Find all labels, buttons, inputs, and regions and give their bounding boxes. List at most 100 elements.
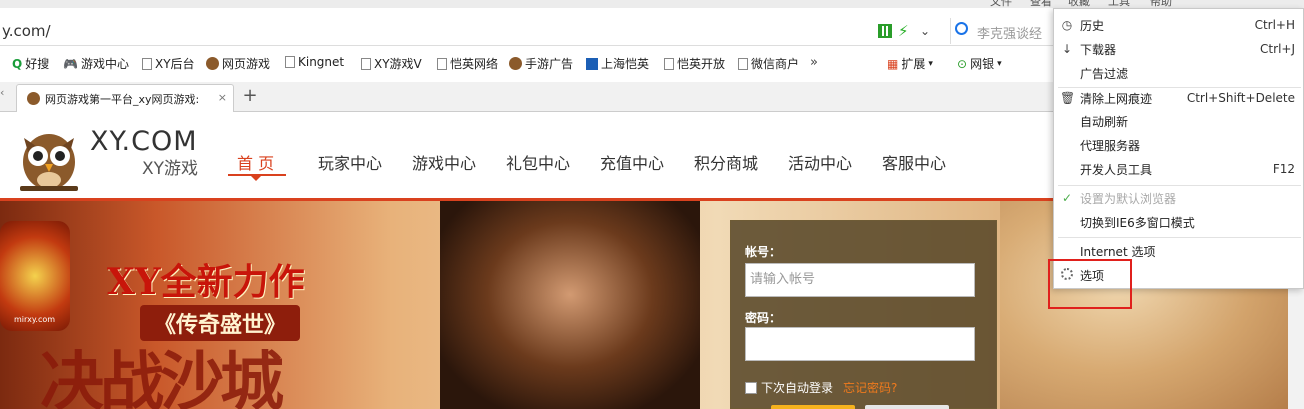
- grid-icon: ▦: [887, 56, 899, 71]
- search-input[interactable]: 李克强谈经: [977, 23, 1042, 42]
- nav-points-mall[interactable]: 积分商城: [694, 150, 758, 174]
- remember-checkbox[interactable]: [745, 381, 757, 394]
- qr-code-icon[interactable]: [878, 24, 892, 38]
- new-tab-button[interactable]: +: [238, 86, 262, 108]
- bookmark-label: Kingnet: [298, 55, 345, 69]
- check-icon: ✓: [1061, 191, 1073, 205]
- menu-item-label: Internet 选项: [1080, 244, 1156, 259]
- bookmark-item[interactable]: 手游广告: [509, 55, 573, 72]
- menu-favorites[interactable]: 收藏: [1068, 0, 1090, 8]
- extensions-label: 扩展: [901, 57, 926, 71]
- menu-item-label: 切换到IE6多窗口模式: [1080, 215, 1195, 230]
- page-icon: [738, 57, 748, 70]
- site-logo-text[interactable]: XY.COM: [90, 126, 198, 157]
- menu-item-set-default: ✓ 设置为默认浏览器: [1054, 186, 1304, 210]
- search-box[interactable]: 李克强谈经: [950, 18, 1060, 44]
- remember-me: 下次自动登录 忘记密码?: [745, 379, 897, 396]
- nav-game-center[interactable]: 游戏中心: [412, 150, 476, 174]
- forgot-password-link[interactable]: 忘记密码?: [843, 379, 897, 396]
- bookmark-item[interactable]: Q 好搜: [12, 55, 49, 72]
- menu-item-history[interactable]: ◷ 历史 Ctrl+H: [1054, 13, 1304, 37]
- login-button[interactable]: [771, 405, 855, 409]
- chevron-down-icon[interactable]: ⌄: [920, 24, 940, 38]
- search-engine-icon: Q: [12, 56, 23, 71]
- clock-icon: ◷: [1061, 18, 1073, 32]
- bookmark-label: 网页游戏: [222, 57, 271, 71]
- menu-view[interactable]: 查看: [1030, 0, 1052, 8]
- menu-item-clear-history[interactable]: 🗑 清除上网痕迹 Ctrl+Shift+Delete: [1054, 86, 1304, 110]
- bookmark-label: 手游广告: [525, 57, 574, 71]
- password-label: 密码：: [745, 311, 782, 325]
- bookmark-item[interactable]: 微信商户: [738, 55, 799, 72]
- online-bank-button[interactable]: ⊙ 网银 ▾: [957, 55, 1002, 72]
- menu-item-shortcut: Ctrl+Shift+Delete: [1186, 91, 1295, 105]
- bookmark-item[interactable]: 恺英开放: [664, 55, 725, 72]
- owl-logo-icon[interactable]: [14, 124, 84, 194]
- menu-item-label: 清除上网痕迹: [1080, 91, 1153, 106]
- bookmark-item[interactable]: 上海恺英: [586, 55, 649, 72]
- hero-character-image: [440, 201, 700, 409]
- menu-item-label: 设置为默认浏览器: [1080, 191, 1177, 206]
- menu-help[interactable]: 帮助: [1150, 0, 1172, 8]
- menu-item-dev-tools[interactable]: 开发人员工具 F12: [1054, 157, 1304, 181]
- trash-icon: 🗑: [1060, 91, 1076, 105]
- bookmark-item[interactable]: XY游戏V: [361, 55, 422, 72]
- bookmark-item[interactable]: 🎮 游戏中心: [63, 55, 129, 72]
- nav-player-center[interactable]: 玩家中心: [318, 150, 382, 174]
- page-icon: [361, 57, 371, 70]
- search-icon: [955, 22, 968, 35]
- nav-home[interactable]: 首 页: [237, 150, 274, 174]
- nav-support-center[interactable]: 客服中心: [882, 150, 946, 174]
- bookmark-item[interactable]: Kingnet: [285, 55, 344, 69]
- menu-item-label: 开发人员工具: [1080, 162, 1153, 177]
- menu-item-proxy[interactable]: 代理服务器 ›: [1054, 133, 1304, 157]
- tab-active[interactable]: 网页游戏第一平台_xy网页游戏: ×: [16, 84, 234, 112]
- banner-slogan: XY全新力作: [107, 261, 305, 303]
- browser-menu-strip: 文件 查看 收藏 工具 帮助: [0, 0, 1304, 8]
- menu-file[interactable]: 文件: [990, 0, 1012, 8]
- account-label: 帐号：: [745, 245, 782, 259]
- close-icon[interactable]: ×: [218, 91, 227, 104]
- site-logo-subtitle: XY游戏: [142, 159, 199, 179]
- bank-icon: ⊙: [957, 56, 968, 71]
- page-icon: [285, 56, 295, 68]
- menu-separator: [1058, 237, 1301, 238]
- password-input[interactable]: [745, 327, 975, 361]
- account-input[interactable]: 请输入帐号: [745, 263, 975, 297]
- menu-item-downloader[interactable]: ↓ 下载器 Ctrl+J: [1054, 37, 1304, 61]
- register-button[interactable]: [865, 405, 949, 409]
- bookmark-label: 恺英开放: [677, 57, 726, 71]
- tab-scroll-left-icon[interactable]: ‹: [0, 86, 12, 108]
- nav-events-center[interactable]: 活动中心: [788, 150, 852, 174]
- bookmark-item[interactable]: 恺英网络: [437, 55, 498, 72]
- menu-item-ie6-mode[interactable]: 切换到IE6多窗口模式: [1054, 210, 1304, 234]
- lightning-icon[interactable]: ⚡: [898, 22, 909, 40]
- nav-gift-center[interactable]: 礼包中心: [506, 150, 570, 174]
- menu-tools[interactable]: 工具: [1108, 0, 1130, 8]
- remember-label: 下次自动登录: [761, 381, 834, 395]
- bookmark-label: XY游戏V: [374, 57, 422, 71]
- caret-down-icon: [251, 176, 261, 181]
- tools-menu: ◷ 历史 Ctrl+H ↓ 下载器 Ctrl+J 广告过滤 🗑 清除上网痕迹 C…: [1053, 8, 1304, 289]
- menu-item-ad-filter[interactable]: 广告过滤: [1054, 61, 1304, 85]
- bookmark-item[interactable]: 网页游戏: [206, 55, 270, 72]
- highlight-box: [1048, 259, 1132, 309]
- bookmark-label: 微信商户: [751, 57, 800, 71]
- caret-down-icon: ▾: [928, 58, 933, 69]
- menu-item-label: 自动刷新: [1080, 114, 1129, 129]
- bookmark-logo-icon: [586, 57, 598, 70]
- menu-item-shortcut: Ctrl+H: [1254, 18, 1295, 32]
- bookmark-label: 好搜: [25, 57, 50, 71]
- url-field[interactable]: y.com/: [2, 22, 51, 40]
- page-icon: [142, 57, 152, 70]
- banner-game-title: 《传奇盛世》: [140, 305, 301, 341]
- bookmarks-more-button[interactable]: »: [810, 55, 818, 70]
- bookmark-item[interactable]: XY后台: [142, 55, 195, 72]
- page-icon: [664, 57, 674, 70]
- gamepad-icon: 🎮: [63, 56, 78, 71]
- nav-recharge-center[interactable]: 充值中心: [600, 150, 664, 174]
- menu-item-label: 代理服务器: [1080, 138, 1141, 153]
- menu-item-label: 下载器: [1080, 42, 1117, 57]
- menu-item-auto-refresh[interactable]: 自动刷新 ›: [1054, 109, 1304, 133]
- extensions-button[interactable]: ▦ 扩展 ▾: [887, 55, 933, 72]
